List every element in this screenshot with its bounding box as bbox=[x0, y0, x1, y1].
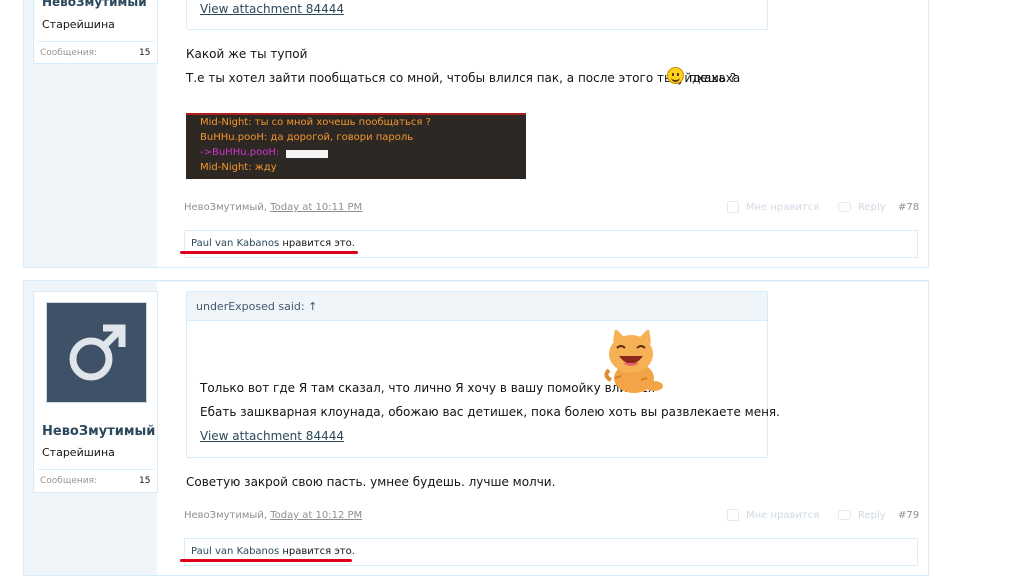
redacted-block bbox=[286, 150, 328, 158]
messages-count: 15 bbox=[139, 476, 151, 486]
username[interactable]: НевоЗмутимый bbox=[42, 424, 155, 439]
red-border-top bbox=[186, 113, 526, 115]
meta-author[interactable]: НевоЗмутимый, bbox=[184, 510, 267, 521]
user-title: Старейшина bbox=[42, 446, 115, 459]
like-icon bbox=[727, 201, 739, 213]
message-line: Т.е ты хотел зайти пообщаться со мной, ч… bbox=[186, 71, 737, 85]
likes-suffix: нравится это. bbox=[279, 238, 355, 249]
attachment-link[interactable]: View attachment 84444 bbox=[200, 2, 344, 16]
reply-button[interactable]: Reply bbox=[858, 202, 886, 213]
laughing-cat-sticker bbox=[604, 330, 663, 393]
quote-box: underExposed said: ↑ Только вот где Я та… bbox=[186, 291, 780, 458]
post-date[interactable]: Today at 10:11 PM bbox=[270, 202, 362, 213]
game-chat-line: BuHHu.pooH: да дорогой, говори пароль bbox=[200, 132, 414, 143]
post-meta: НевоЗмутимый, Today at 10:11 PM bbox=[184, 202, 362, 213]
user-card-arrow bbox=[158, 300, 165, 312]
messages-label: Сообщения: bbox=[40, 48, 98, 58]
liked-by-user[interactable]: Paul van Kabanos bbox=[191, 546, 279, 557]
post-meta: НевоЗмутимый, Today at 10:12 PM bbox=[184, 510, 362, 521]
likes-suffix: нравится это. bbox=[279, 546, 355, 557]
like-button[interactable]: Мне нравится bbox=[746, 510, 819, 521]
likes-text: Paul van Kabanos нравится это. bbox=[191, 238, 355, 249]
user-card: НевоЗмутимый Старейшина Сообщения: 15 bbox=[33, 291, 158, 493]
message-line: пхахаха bbox=[689, 71, 741, 85]
quote-line: Ебать зашкварная клоунада, обожаю вас де… bbox=[200, 405, 780, 419]
quote-box-top: View attachment 84444 bbox=[186, 0, 768, 30]
quote-header: underExposed said: ↑ bbox=[187, 292, 767, 321]
messages-count: 15 bbox=[139, 48, 151, 58]
username[interactable]: НевоЗмутимый bbox=[42, 0, 147, 9]
attachment-link[interactable]: View attachment 84444 bbox=[200, 429, 344, 443]
message-line: Советую закрой свою пасть. умнее будешь.… bbox=[186, 475, 556, 489]
divider bbox=[38, 469, 154, 470]
avatar[interactable] bbox=[46, 302, 147, 403]
game-chat-line: Mid-Night: жду bbox=[200, 162, 277, 173]
quote-line: Только вот где Я там сказал, что лично Я… bbox=[200, 381, 656, 395]
smile-icon bbox=[667, 67, 684, 84]
post-date[interactable]: Today at 10:12 PM bbox=[270, 510, 362, 521]
game-chat-screenshot[interactable]: Mid-Night: ты со мной хочешь пообщаться … bbox=[186, 113, 526, 179]
messages-label: Сообщения: bbox=[40, 476, 98, 486]
red-underline bbox=[180, 251, 358, 254]
game-chat-line: Mid-Night: ты со мной хочешь пообщаться … bbox=[200, 117, 431, 128]
message-line: Какой же ты тупой bbox=[186, 47, 308, 61]
likes-text: Paul van Kabanos нравится это. bbox=[191, 546, 355, 557]
post-number[interactable]: #79 bbox=[898, 510, 919, 521]
quote-author[interactable]: underExposed said: ↑ bbox=[196, 300, 317, 313]
divider bbox=[38, 41, 154, 42]
meta-author[interactable]: НевоЗмутимый, bbox=[184, 202, 267, 213]
male-icon bbox=[69, 324, 126, 381]
liked-by-user[interactable]: Paul van Kabanos bbox=[191, 238, 279, 249]
game-chat-line: ->BuHHu.pooH: bbox=[200, 147, 280, 158]
reply-button[interactable]: Reply bbox=[858, 510, 886, 521]
like-button[interactable]: Мне нравится bbox=[746, 202, 819, 213]
reply-icon bbox=[838, 202, 851, 212]
post-number[interactable]: #78 bbox=[898, 202, 919, 213]
like-icon bbox=[727, 509, 739, 521]
user-title: Старейшина bbox=[42, 18, 115, 31]
user-card: НевоЗмутимый Старейшина Сообщения: 15 bbox=[33, 0, 158, 64]
red-underline bbox=[180, 559, 352, 562]
reply-icon bbox=[838, 510, 851, 520]
